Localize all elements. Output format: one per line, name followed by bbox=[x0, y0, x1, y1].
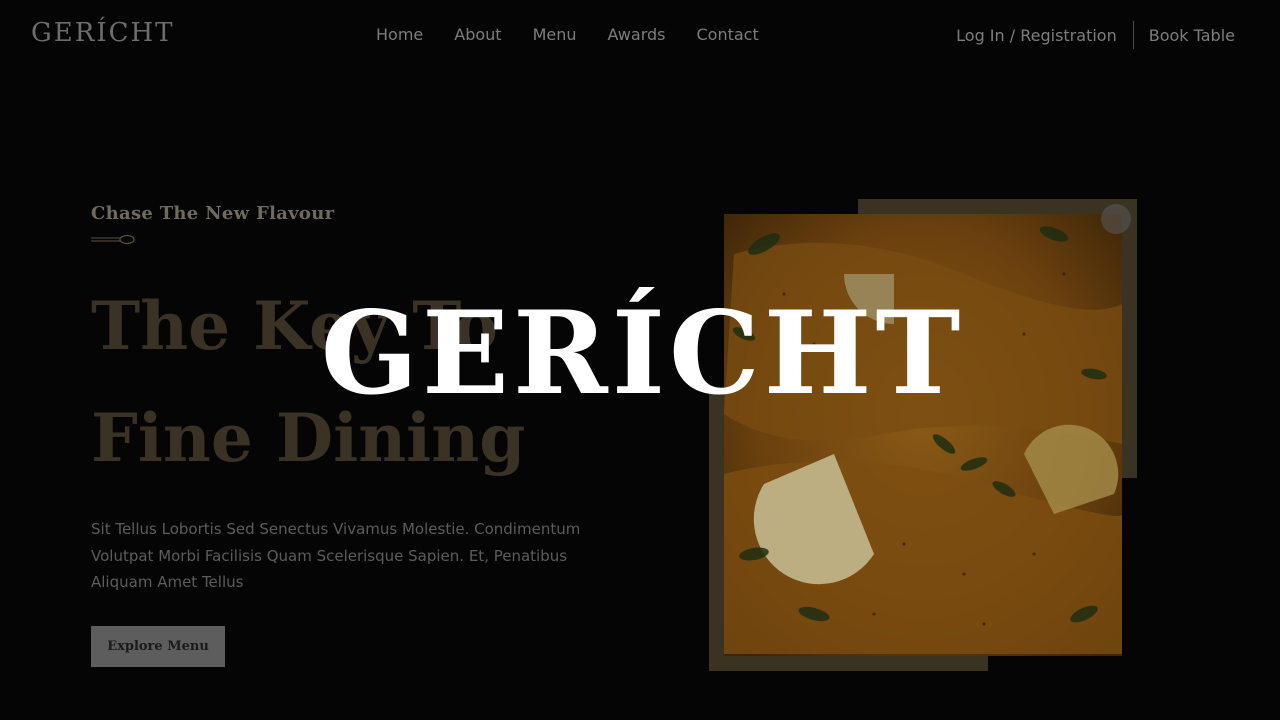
navbar: GERÍCHT Home About Menu Awards Contact L… bbox=[0, 0, 1280, 70]
login-registration-link[interactable]: Log In / Registration bbox=[956, 26, 1133, 45]
camera-icon[interactable] bbox=[1101, 204, 1131, 234]
nav-link-awards[interactable]: Awards bbox=[608, 25, 666, 44]
hero-subtitle: Chase The New Flavour bbox=[91, 203, 335, 224]
nav-actions: Log In / Registration Book Table bbox=[956, 21, 1235, 49]
nav-link-contact[interactable]: Contact bbox=[696, 25, 758, 44]
spoon-icon bbox=[91, 234, 135, 245]
book-table-link[interactable]: Book Table bbox=[1134, 26, 1235, 45]
explore-menu-button[interactable]: Explore Menu bbox=[91, 626, 225, 667]
overlay-brand-logo: GERÍCHT bbox=[320, 286, 965, 420]
hero-description: Sit Tellus Lobortis Sed Senectus Vivamus… bbox=[91, 520, 581, 591]
hero-food-image bbox=[724, 214, 1122, 656]
food-illustration bbox=[724, 214, 1122, 656]
nav-links: Home About Menu Awards Contact bbox=[376, 25, 759, 44]
nav-link-home[interactable]: Home bbox=[376, 25, 423, 44]
nav-link-menu[interactable]: Menu bbox=[533, 25, 577, 44]
brand-logo[interactable]: GERÍCHT bbox=[31, 18, 175, 48]
nav-link-about[interactable]: About bbox=[454, 25, 501, 44]
